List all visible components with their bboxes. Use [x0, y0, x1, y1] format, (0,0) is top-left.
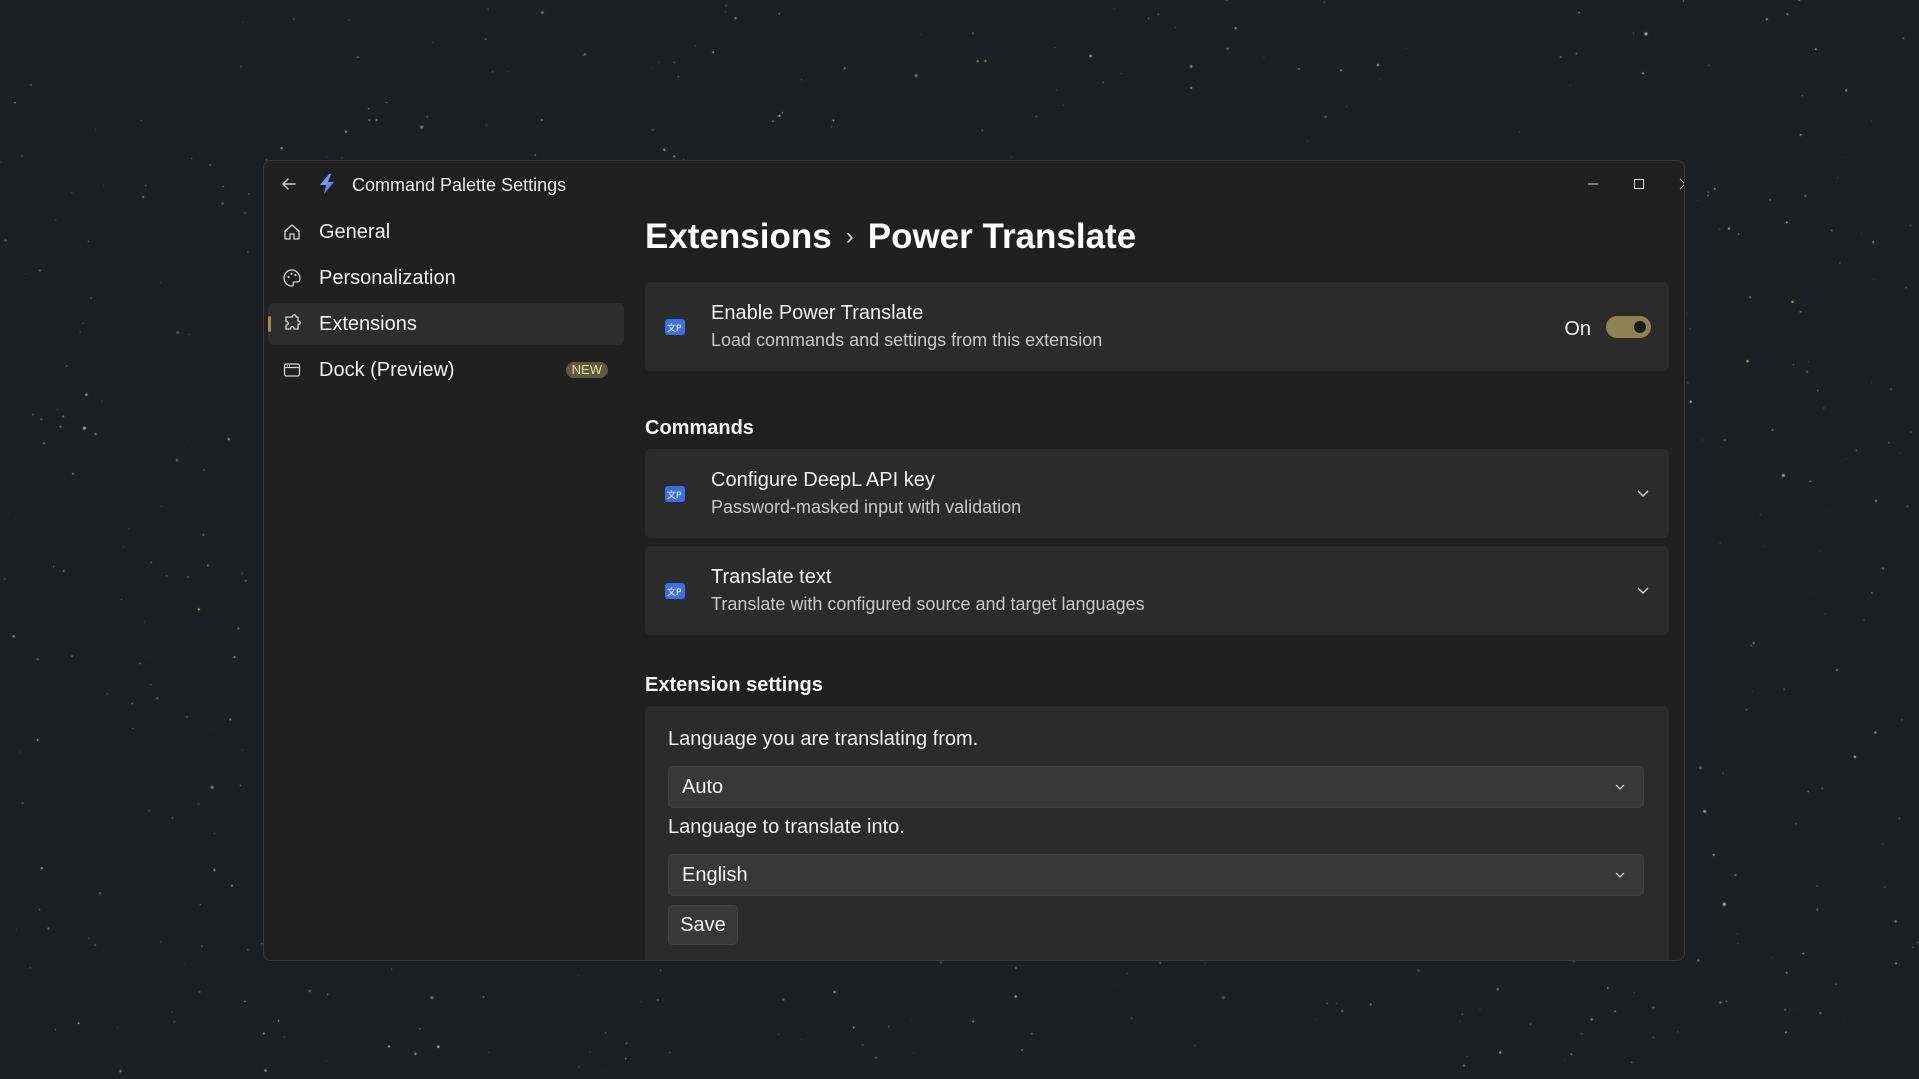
toggle-knob	[1634, 321, 1646, 333]
power-translate-icon: 文P	[665, 319, 685, 335]
sidebar-item-dock[interactable]: Dock (Preview) NEW	[268, 349, 624, 391]
main-content: Extensions › Power Translate 文P Enable Pow…	[645, 161, 1670, 960]
command-title: Translate text	[711, 566, 832, 588]
settings-window: Command Palette Settings General Persona…	[263, 160, 1685, 961]
breadcrumb-separator: ›	[845, 223, 854, 250]
command-subtitle: Password-masked input with validation	[711, 497, 1022, 517]
new-badge: NEW	[565, 362, 608, 378]
close-icon	[1679, 178, 1684, 190]
chevron-down-icon[interactable]	[1635, 485, 1651, 501]
sidebar-item-personalization[interactable]: Personalization	[268, 257, 624, 299]
to-language-select[interactable]: English	[668, 854, 1644, 896]
enable-toggle[interactable]	[1606, 316, 1651, 338]
sidebar-nav: General Personalization Extensions Dock …	[268, 211, 624, 395]
chevron-down-icon	[1615, 784, 1625, 790]
sidebar-item-label: Dock (Preview)	[319, 359, 455, 381]
back-button[interactable]	[278, 173, 300, 195]
extension-settings-card: Language you are translating from. Auto …	[645, 706, 1669, 960]
select-value: English	[682, 864, 748, 886]
command-subtitle: Translate with configured source and tar…	[711, 594, 1145, 614]
sidebar-item-label: Personalization	[319, 267, 456, 289]
toggle-state-label: On	[1564, 318, 1591, 340]
commands-heading: Commands	[645, 417, 754, 439]
svg-text:文P: 文P	[667, 489, 682, 501]
command-palette-logo-icon	[320, 174, 334, 194]
sidebar-item-general[interactable]: General	[268, 211, 624, 253]
power-translate-icon: 文P	[665, 583, 685, 599]
window-title: Command Palette Settings	[352, 175, 567, 195]
power-translate-icon: 文P	[665, 486, 685, 502]
command-card-translate-text[interactable]: 文P Translate text Translate with configu…	[645, 546, 1669, 635]
svg-text:文P: 文P	[667, 586, 682, 598]
breadcrumb-parent[interactable]: Extensions	[645, 217, 832, 256]
command-title: Configure DeepL API key	[711, 469, 935, 491]
home-icon	[284, 224, 300, 240]
extension-settings-heading: Extension settings	[645, 674, 823, 696]
chevron-down-icon	[1615, 872, 1625, 878]
enable-subtitle: Load commands and settings from this ext…	[711, 330, 1103, 350]
palette-icon	[283, 269, 301, 287]
from-language-select[interactable]: Auto	[668, 766, 1644, 808]
sidebar-item-label: Extensions	[319, 313, 417, 335]
save-button[interactable]: Save	[668, 905, 738, 945]
svg-text:文P: 文P	[667, 322, 682, 334]
breadcrumb-current: Power Translate	[867, 217, 1137, 256]
sidebar-item-label: General	[319, 221, 391, 243]
chevron-down-icon[interactable]	[1635, 582, 1651, 598]
command-card-configure-api-key[interactable]: 文P Configure DeepL API key Password-mask…	[645, 449, 1669, 538]
close-button[interactable]	[1668, 167, 1684, 201]
breadcrumb: Extensions › Power Translate	[645, 217, 1136, 257]
select-value: Auto	[682, 776, 724, 798]
to-language-label: Language to translate into.	[668, 816, 905, 838]
arrow-left-icon	[282, 178, 296, 190]
dock-icon	[283, 363, 301, 377]
enable-extension-card: 文P Enable Power Translate Load commands …	[645, 282, 1669, 371]
puzzle-icon	[285, 314, 301, 330]
sidebar-item-extensions[interactable]: Extensions	[268, 303, 624, 345]
enable-title: Enable Power Translate	[711, 302, 924, 324]
from-language-label: Language you are translating from.	[668, 728, 979, 750]
